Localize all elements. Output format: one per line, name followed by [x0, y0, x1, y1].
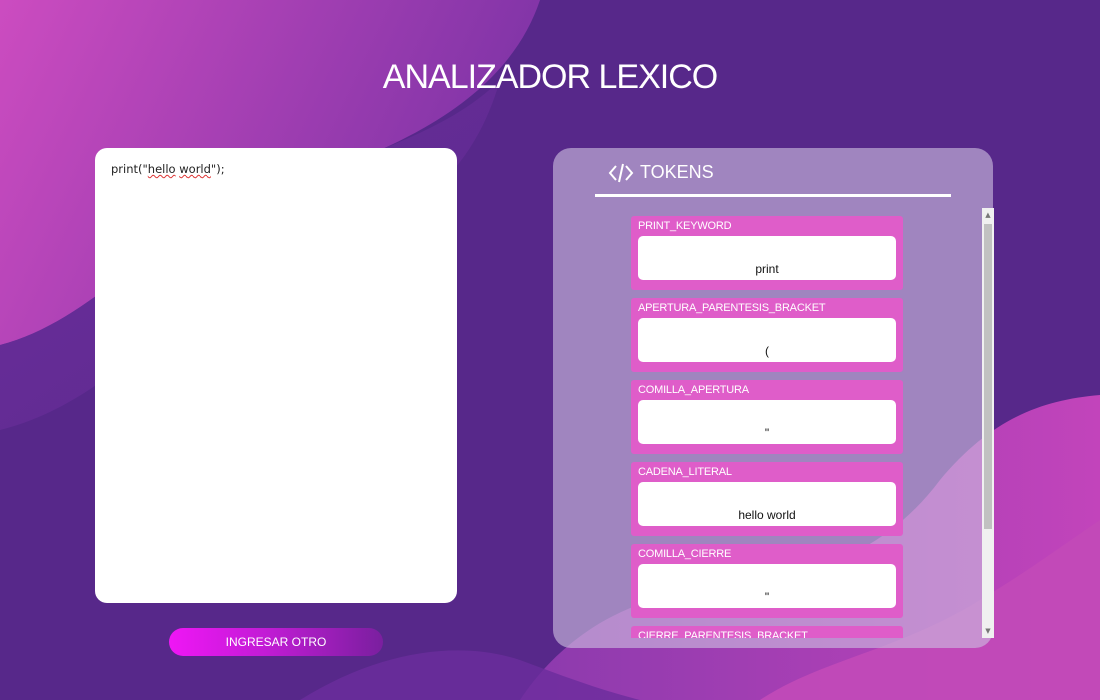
scroll-down-arrow-icon[interactable]: ▼	[982, 624, 994, 638]
scroll-up-arrow-icon[interactable]: ▲	[982, 208, 994, 222]
token-card: CADENA_LITERAL hello world	[631, 462, 903, 536]
tokens-panel: TOKENS PRINT_KEYWORD print APERTURA_PARE…	[553, 148, 993, 648]
editor-text-end: ");	[210, 162, 225, 176]
token-card: COMILLA_CIERRE "	[631, 544, 903, 618]
token-value: print	[638, 236, 896, 280]
code-icon	[608, 163, 634, 183]
token-name: CIERRE_PARENTESIS_BRACKET	[638, 630, 808, 638]
ingresar-otro-button[interactable]: INGRESAR OTRO	[169, 628, 383, 656]
editor-content[interactable]: print("hello world");	[111, 162, 441, 176]
editor-word-world: world	[179, 162, 211, 176]
tokens-divider	[595, 194, 951, 197]
token-card: COMILLA_APERTURA "	[631, 380, 903, 454]
token-name: COMILLA_CIERRE	[638, 548, 732, 560]
scrollbar-thumb[interactable]	[984, 224, 992, 529]
token-card: APERTURA_PARENTESIS_BRACKET (	[631, 298, 903, 372]
tokens-header: TOKENS	[608, 162, 714, 183]
editor-word-hello: hello	[147, 162, 176, 176]
token-value: "	[638, 400, 896, 444]
token-card: PRINT_KEYWORD print	[631, 216, 903, 290]
token-name: CADENA_LITERAL	[638, 466, 732, 478]
token-value: "	[638, 564, 896, 608]
token-name: COMILLA_APERTURA	[638, 384, 749, 396]
token-card: CIERRE_PARENTESIS_BRACKET )	[631, 626, 903, 638]
token-value: hello world	[638, 482, 896, 526]
editor-text-start: print("	[111, 162, 148, 176]
page-title: ANALIZADOR LEXICO	[382, 58, 718, 96]
token-name: APERTURA_PARENTESIS_BRACKET	[638, 302, 826, 314]
tokens-header-label: TOKENS	[640, 162, 714, 182]
token-list[interactable]: PRINT_KEYWORD print APERTURA_PARENTESIS_…	[631, 216, 903, 638]
token-name: PRINT_KEYWORD	[638, 220, 732, 232]
token-list-scrollbar[interactable]: ▲ ▼	[982, 208, 994, 638]
token-value: (	[638, 318, 896, 362]
code-editor[interactable]: print("hello world");	[95, 148, 457, 603]
